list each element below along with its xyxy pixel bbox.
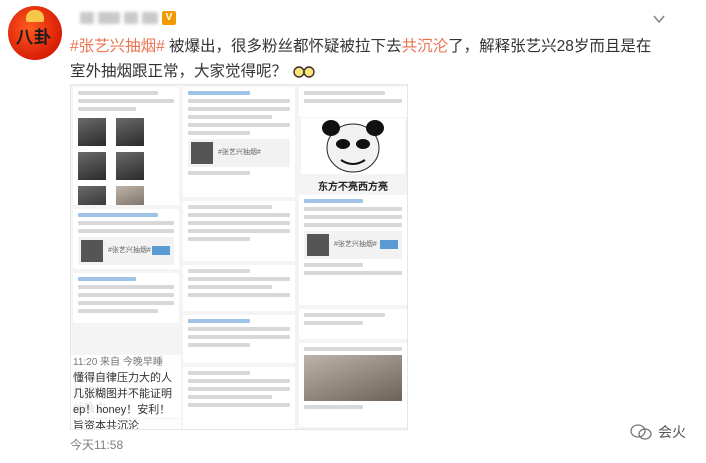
avatar[interactable]: 八卦 xyxy=(8,6,62,60)
username-blurred xyxy=(98,12,120,24)
avatar-hat-shape xyxy=(26,10,44,22)
panda-meme-image xyxy=(301,118,405,174)
topic-link[interactable]: #张艺兴抽烟# xyxy=(70,38,165,55)
screenshot-image xyxy=(183,265,295,311)
screenshot-image xyxy=(183,201,295,261)
post-text: #张艺兴抽烟# 被爆出，很多粉丝都怀疑被拉下去共沉沦了，解释张艺兴28岁而且是在… xyxy=(70,34,660,84)
screenshot-image xyxy=(183,315,295,363)
panda-meme-caption: 东方不亮西方亮 xyxy=(318,182,388,193)
user-name-row[interactable]: V xyxy=(80,10,176,26)
screenshot-image xyxy=(183,367,295,429)
watermark-text: 会火 xyxy=(658,424,686,440)
screenshot-image: #张艺兴抽烟# xyxy=(299,195,407,305)
screenshot-image xyxy=(73,273,179,323)
wechat-icon xyxy=(630,424,652,440)
screenshot-image: #张艺兴抽烟# xyxy=(183,87,295,197)
watermark: 会火 xyxy=(630,422,686,442)
screenshot-image xyxy=(299,343,407,427)
screenshot-image: #张艺兴抽烟# xyxy=(73,209,179,269)
post-timestamp[interactable]: 今天11:58 xyxy=(70,436,123,453)
verified-badge: V xyxy=(162,11,176,25)
overlay-text: 旨资本共沉沦 xyxy=(71,419,181,429)
chevron-down-icon[interactable] xyxy=(652,12,666,26)
screenshot-image xyxy=(299,309,407,339)
glasses-emoji-icon xyxy=(293,66,316,78)
avatar-logo-text: 八卦 xyxy=(16,28,52,48)
screenshot-image xyxy=(73,87,179,205)
overlay-text: ep！honey！安利！ xyxy=(71,403,181,418)
post-text-part: 被爆出，很多粉丝都怀疑被拉下去 xyxy=(164,38,402,55)
username-blurred xyxy=(80,12,94,24)
screenshot-image xyxy=(299,87,407,117)
username-blurred xyxy=(142,12,158,24)
username-blurred xyxy=(124,12,138,24)
keyword-link[interactable]: 共沉沦 xyxy=(402,38,449,55)
